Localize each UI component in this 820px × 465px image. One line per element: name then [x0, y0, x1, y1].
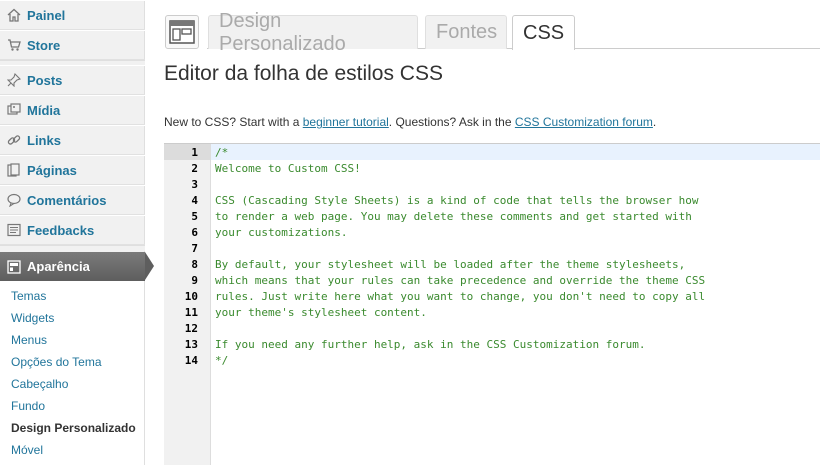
tab-fontes[interactable]: Fontes — [425, 15, 507, 49]
home-icon — [6, 7, 22, 23]
code-line[interactable]: to render a web page. You may delete the… — [215, 209, 692, 225]
appearance-icon — [6, 259, 22, 275]
sidebar-item-label: Aparência — [27, 259, 90, 274]
comment-icon — [6, 192, 22, 208]
code-line[interactable]: If you need any further help, ask in the… — [215, 337, 645, 353]
sidebar-item-comentarios[interactable]: Comentários — [0, 185, 145, 215]
sidebar-separator — [0, 245, 145, 251]
line-number: 5 — [191, 210, 198, 223]
line-number: 14 — [184, 354, 198, 367]
pin-icon — [6, 72, 22, 88]
submenu-item-fundo[interactable]: Fundo — [11, 399, 45, 413]
app-window: Painel Store Posts Mídia Links Páginas C… — [0, 0, 820, 465]
sidebar-item-label: Painel — [27, 7, 66, 23]
intro-text-part: . Questions? Ask in the — [388, 115, 515, 129]
pages-icon — [6, 162, 22, 178]
submenu-item-opcoes-do-tema[interactable]: Opções do Tema — [11, 355, 102, 369]
code-line[interactable]: rules. Just write here what you want to … — [215, 289, 705, 305]
line-number: 1 — [191, 146, 198, 159]
sidebar-item-store[interactable]: Store — [0, 30, 145, 60]
sidebar-item-label: Links — [27, 132, 61, 148]
line-number: 12 — [184, 322, 198, 335]
page-title: Editor da folha de estilos CSS — [164, 62, 443, 85]
tab-design-personalizado[interactable]: Design Personalizado — [208, 10, 418, 55]
current-line-highlight — [164, 144, 820, 160]
line-number: 2 — [191, 162, 198, 175]
appearance-screen-icon — [165, 15, 199, 49]
sidebar-item-label: Feedbacks — [27, 222, 95, 238]
code-line[interactable]: */ — [215, 353, 228, 369]
line-number: 13 — [184, 338, 198, 351]
sidebar-item-painel[interactable]: Painel — [0, 0, 145, 30]
appearance-submenu: Temas Widgets Menus Opções do Tema Cabeç… — [0, 281, 145, 465]
submenu-item-temas[interactable]: Temas — [11, 289, 46, 303]
code-line[interactable]: which means that your rules can take pre… — [215, 273, 705, 289]
code-line[interactable]: /* — [215, 145, 228, 161]
line-number: 10 — [184, 290, 198, 303]
sidebar-item-label: Posts — [27, 72, 63, 88]
intro-text: New to CSS? Start with a beginner tutori… — [164, 115, 656, 129]
line-number: 7 — [191, 242, 198, 255]
tab-css[interactable]: CSS — [512, 15, 575, 50]
sidebar-item-aparencia[interactable]: Aparência — [0, 252, 145, 281]
beginner-tutorial-link[interactable]: beginner tutorial — [303, 115, 389, 129]
line-number: 9 — [191, 274, 198, 287]
line-number: 6 — [191, 226, 198, 239]
code-line[interactable]: your customizations. — [215, 225, 347, 241]
sidebar-item-label: Mídia — [27, 102, 61, 118]
code-line[interactable]: CSS (Cascading Style Sheets) is a kind o… — [215, 193, 698, 209]
cart-icon — [6, 37, 22, 53]
code-line[interactable]: your theme's stylesheet content. — [215, 305, 427, 321]
submenu-item-movel[interactable]: Móvel — [11, 443, 43, 457]
active-indicator-arrow — [145, 252, 154, 280]
sidebar-item-label: Store — [27, 37, 61, 53]
css-forum-link[interactable]: CSS Customization forum — [515, 115, 653, 129]
sidebar-item-links[interactable]: Links — [0, 125, 145, 155]
link-icon — [6, 132, 22, 148]
line-number: 11 — [184, 306, 198, 319]
code-line[interactable]: By default, your stylesheet will be load… — [215, 257, 685, 273]
line-number: 4 — [191, 194, 198, 207]
sidebar-item-paginas[interactable]: Páginas — [0, 155, 145, 185]
submenu-item-widgets[interactable]: Widgets — [11, 311, 54, 325]
code-line[interactable]: Welcome to Custom CSS! — [215, 161, 361, 177]
intro-text-part: . — [652, 115, 657, 129]
media-icon — [6, 102, 22, 118]
line-number: 8 — [191, 258, 198, 271]
submenu-item-cabecalho[interactable]: Cabeçalho — [11, 377, 68, 391]
sidebar-item-midia[interactable]: Mídia — [0, 95, 145, 125]
submenu-item-design-personalizado[interactable]: Design Personalizado — [11, 421, 136, 435]
css-editor[interactable]: 1 /* 2 Welcome to Custom CSS! 3 4 CSS (Cascadi… — [164, 143, 820, 465]
sidebar-item-label: Comentários — [27, 192, 107, 208]
feedback-icon — [6, 222, 22, 238]
submenu-item-menus[interactable]: Menus — [11, 333, 47, 347]
sidebar-item-label: Páginas — [27, 162, 77, 178]
intro-text-part: New to CSS? Start with a — [164, 115, 303, 129]
line-number: 3 — [191, 178, 198, 191]
sidebar-item-feedbacks[interactable]: Feedbacks — [0, 215, 145, 245]
sidebar-item-posts[interactable]: Posts — [0, 65, 145, 95]
